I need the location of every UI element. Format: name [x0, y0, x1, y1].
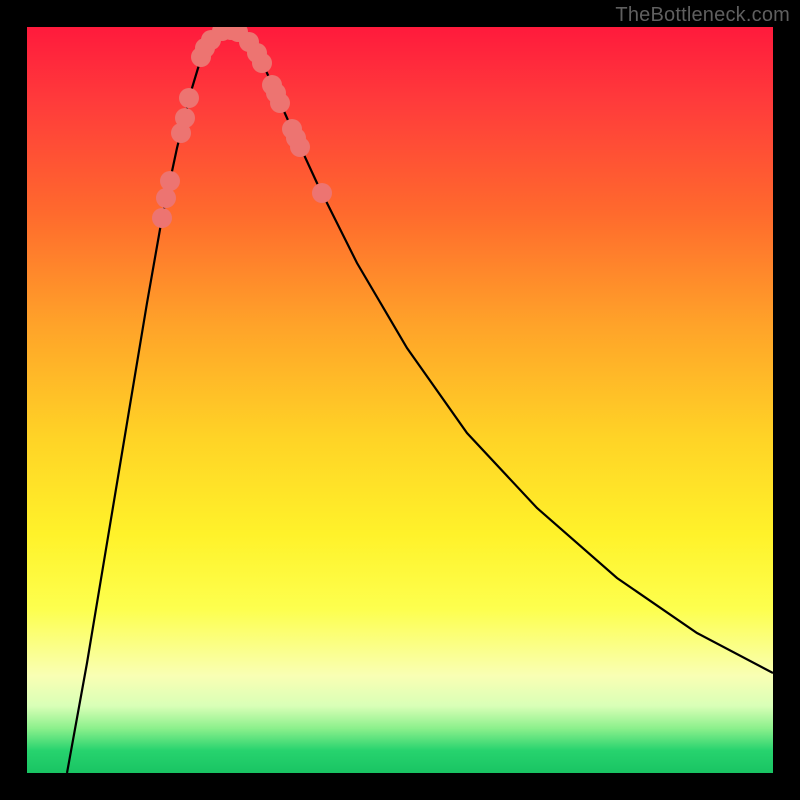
gradient-plot-area	[27, 27, 773, 773]
watermark-text: TheBottleneck.com	[615, 4, 790, 27]
